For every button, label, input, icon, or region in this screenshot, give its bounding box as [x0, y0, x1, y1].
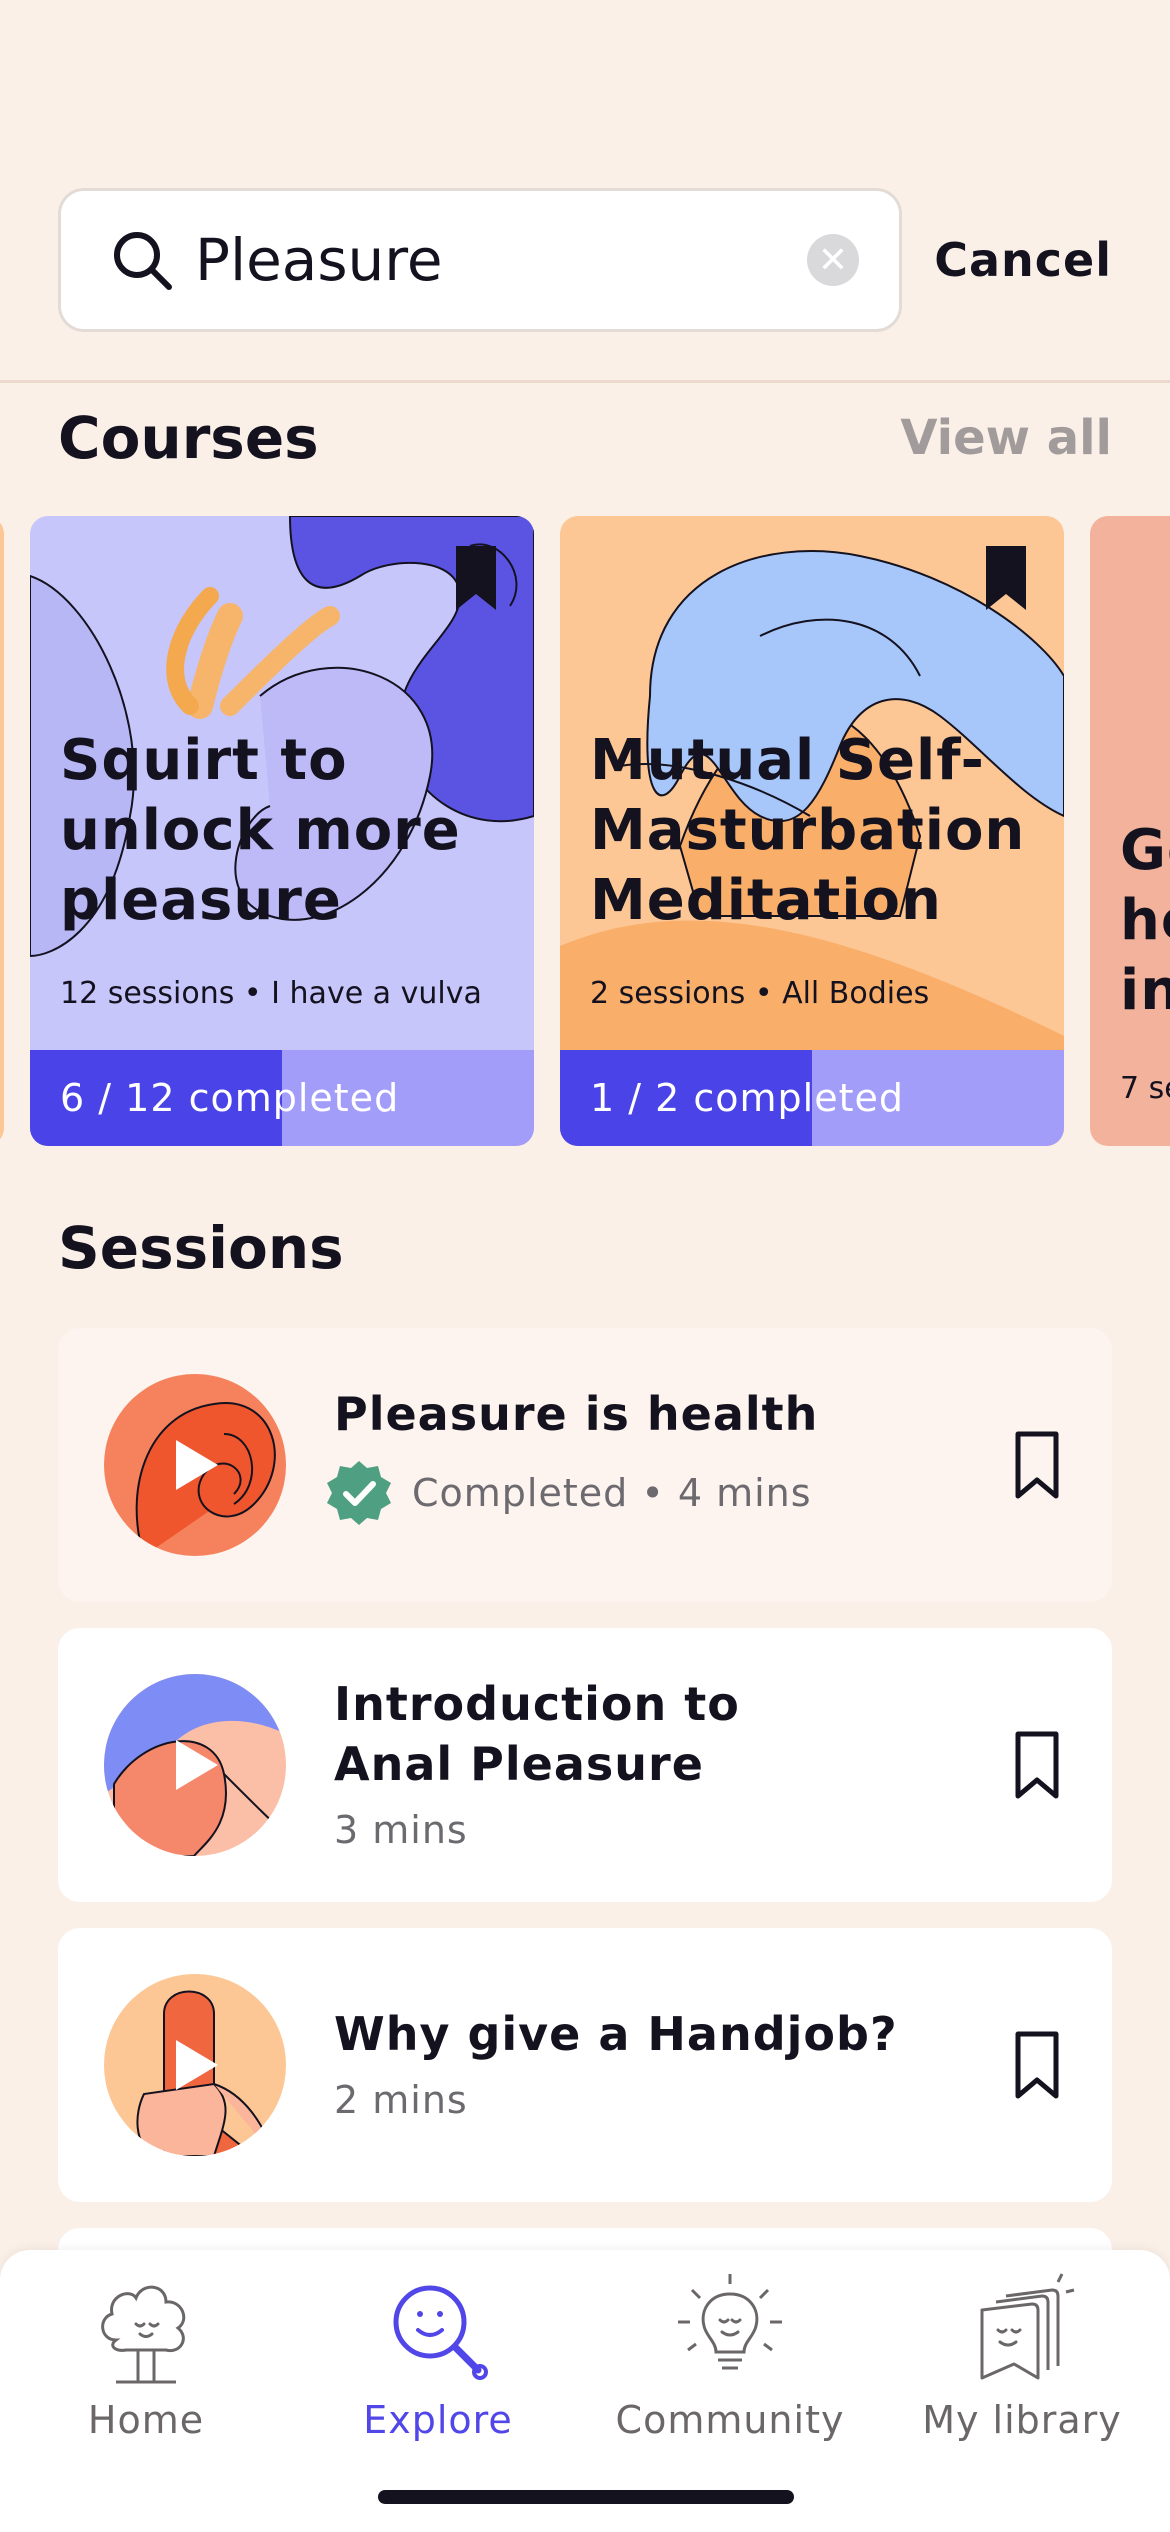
session-status: 2 mins [334, 2078, 468, 2122]
tab-explore[interactable]: Explore [292, 2250, 584, 2442]
course-meta: 7 se [1120, 1071, 1170, 1106]
course-progress-label: 1 / 2 completed [590, 1076, 905, 1120]
course-meta: 2 sessions • All Bodies [590, 976, 930, 1011]
session-thumbnail [104, 1374, 286, 1556]
session-thumbnail [104, 1674, 286, 1856]
session-title: Introduction to Anal Pleasure [334, 1677, 740, 1791]
courses-carousel[interactable]: Squirt to unlock more pleasure 12 sessio… [0, 516, 1170, 1146]
courses-title: Courses [58, 404, 319, 472]
view-all-link[interactable]: View all [900, 410, 1112, 466]
course-card-previous[interactable] [0, 516, 4, 1146]
bookmark-icon[interactable] [1014, 1430, 1060, 1500]
search-row: Pleasure ✕ Cancel [58, 188, 1112, 332]
sessions-header: Sessions [58, 1214, 1112, 1282]
clear-icon[interactable]: ✕ [807, 234, 859, 286]
sessions-title: Sessions [58, 1214, 344, 1282]
header-divider [0, 380, 1170, 383]
course-title: Squirt to unlock more pleasure [60, 728, 461, 933]
course-title: Go he in [1120, 818, 1170, 1023]
session-card[interactable]: Why give a Handjob? 2 mins [58, 1928, 1112, 2202]
explore-magnifier-icon [393, 2285, 488, 2380]
completed-check-icon [327, 1461, 391, 1525]
session-status: Completed • 4 mins [327, 1458, 812, 1528]
course-meta: 12 sessions • I have a vulva [60, 976, 482, 1011]
course-progress-bar: 1 / 2 completed [560, 1050, 1064, 1146]
tab-home[interactable]: Home [0, 2250, 292, 2442]
bookmark-icon[interactable] [984, 544, 1028, 612]
search-query: Pleasure [195, 226, 443, 294]
session-thumbnail [104, 1974, 286, 2156]
tab-my-library[interactable]: My library [876, 2250, 1168, 2442]
tab-label: Home [87, 2398, 205, 2442]
home-indicator [378, 2490, 794, 2504]
tab-label: Explore [363, 2398, 513, 2442]
session-title: Pleasure is health [334, 1387, 819, 1441]
tab-label: My library [922, 2398, 1122, 2442]
course-progress-bar: 6 / 12 completed [30, 1050, 534, 1146]
bookmark-icon[interactable] [1014, 1730, 1060, 1800]
library-icon [980, 2273, 1075, 2380]
course-card[interactable]: Squirt to unlock more pleasure 12 sessio… [30, 516, 534, 1146]
course-progress-label: 6 / 12 completed [60, 1076, 400, 1120]
cancel-button[interactable]: Cancel [934, 233, 1112, 287]
session-status: 3 mins [334, 1808, 468, 1852]
courses-header: Courses View all [58, 404, 1112, 472]
bookmark-icon[interactable] [1014, 2030, 1060, 2100]
lightbulb-icon [678, 2274, 782, 2370]
session-card[interactable]: Pleasure is health Completed • 4 mins [58, 1328, 1112, 1602]
tree-icon [101, 2285, 186, 2384]
session-card[interactable]: Introduction to Anal Pleasure 3 mins [58, 1628, 1112, 1902]
course-card[interactable]: Go he in 7 se [1090, 516, 1170, 1146]
tab-community[interactable]: Community [584, 2250, 876, 2442]
search-input[interactable]: Pleasure ✕ [58, 188, 902, 332]
course-title: Mutual Self- Masturbation Meditation [590, 728, 1026, 933]
session-title: Why give a Handjob? [334, 2007, 898, 2061]
bookmark-icon[interactable] [454, 544, 498, 612]
course-card[interactable]: Mutual Self- Masturbation Meditation 2 s… [560, 516, 1064, 1146]
search-icon [114, 232, 172, 290]
tab-label: Community [615, 2398, 845, 2442]
